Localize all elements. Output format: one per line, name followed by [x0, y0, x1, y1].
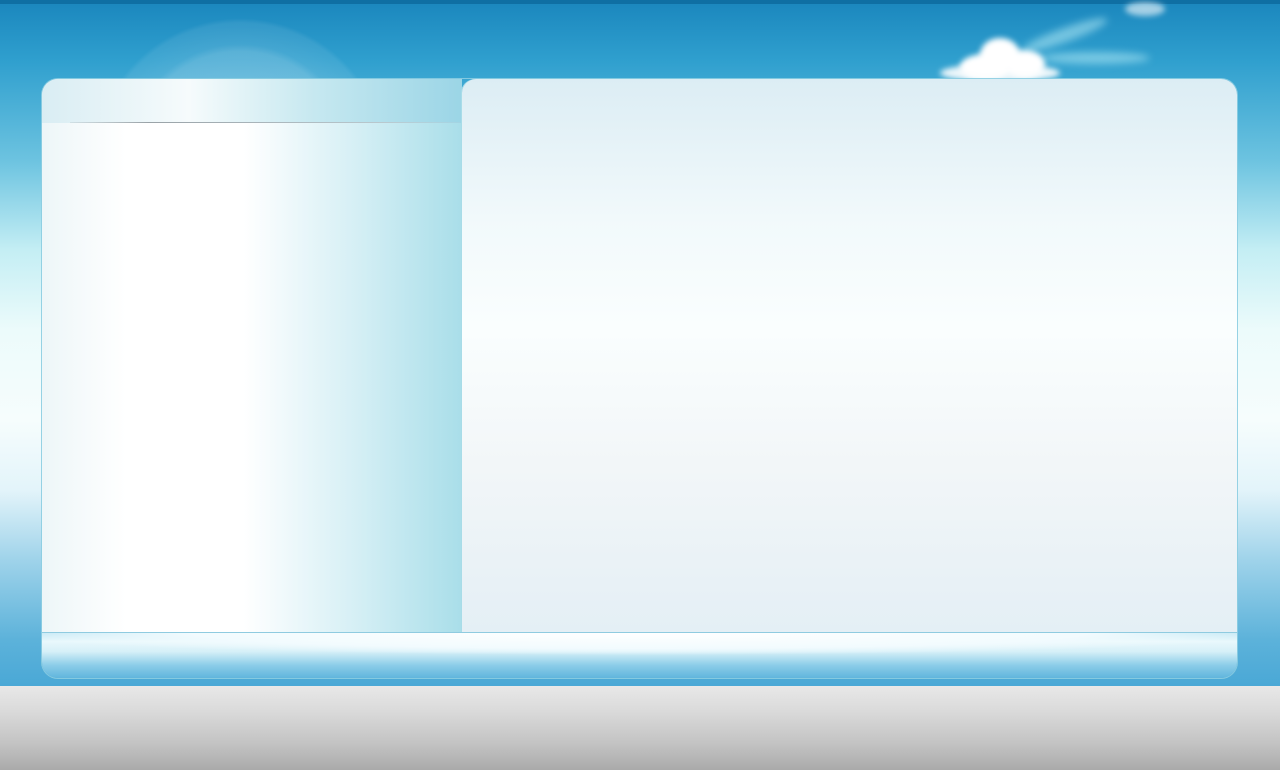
footer-bar — [42, 632, 1237, 678]
main-panel — [42, 79, 1237, 678]
floor-strip — [0, 686, 1280, 770]
footer-highlight — [42, 633, 1237, 657]
page-background: { "page": { "theme": "sky-blue", "colors… — [0, 0, 1280, 770]
cloud-wisp — [1040, 52, 1150, 64]
cloud-puff — [1125, 2, 1165, 16]
left-pane — [42, 79, 462, 632]
top-edge-line — [0, 0, 1280, 4]
cloud-wisp — [1020, 13, 1110, 57]
left-pane-header — [42, 79, 462, 123]
right-pane — [462, 79, 1237, 632]
header-divider — [70, 122, 460, 123]
